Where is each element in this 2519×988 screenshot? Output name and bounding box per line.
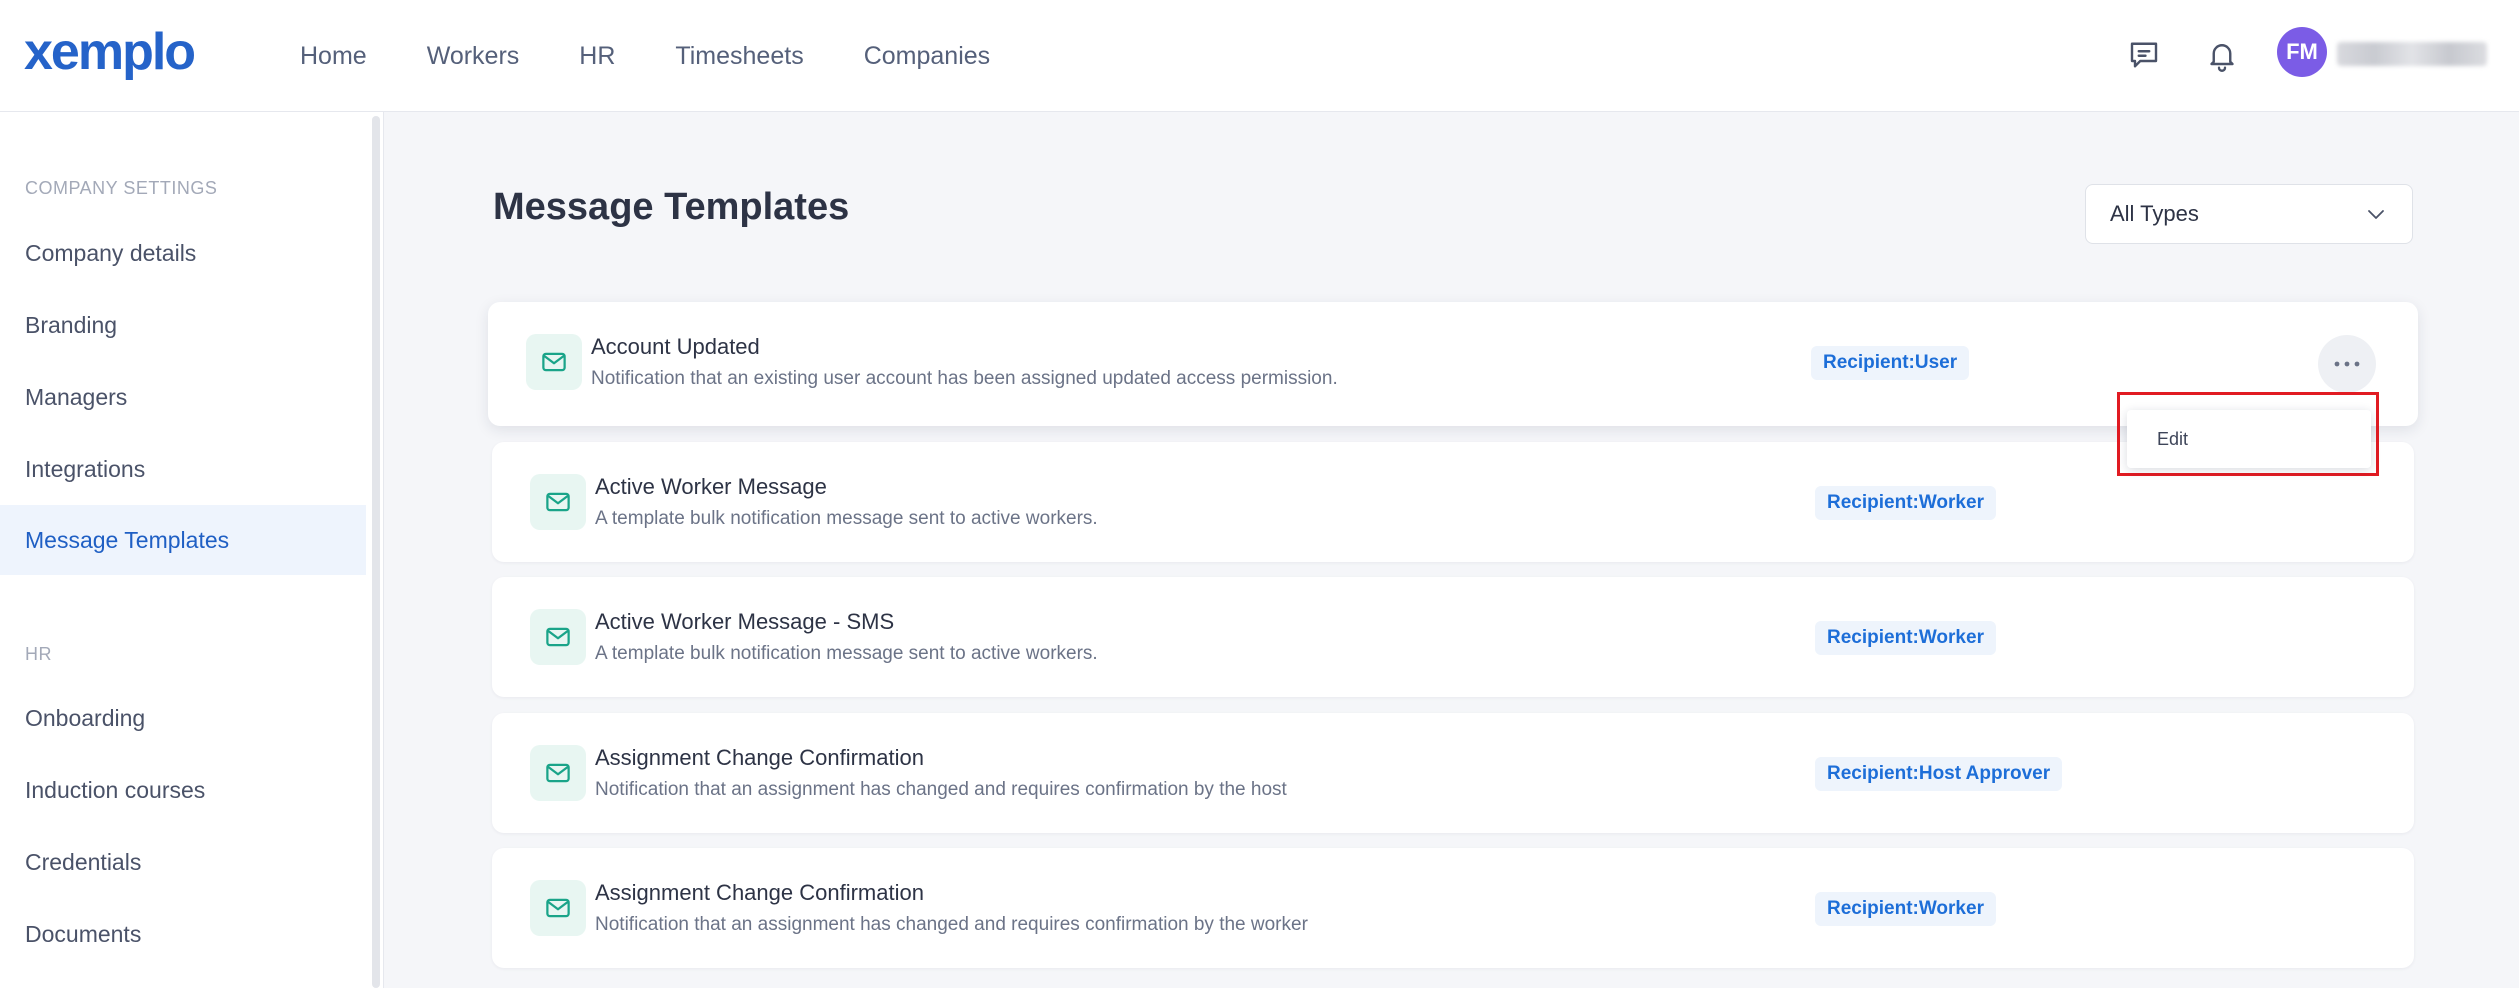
envelope-icon	[526, 334, 582, 390]
sidebar-item-label: Onboarding	[25, 704, 146, 731]
sidebar-item-label: Message Templates	[25, 526, 230, 553]
nav-timesheets[interactable]: Timesheets	[675, 42, 803, 71]
envelope-icon	[530, 474, 586, 530]
template-title: Account Updated	[591, 334, 760, 359]
recipient-badge: Recipient:Worker	[1815, 621, 1996, 655]
template-description: Notification that an existing user accou…	[591, 368, 1338, 389]
sidebar-item-onboarding[interactable]: Onboarding	[0, 683, 366, 753]
nav-workers[interactable]: Workers	[427, 42, 520, 71]
template-title: Active Worker Message - SMS	[595, 609, 895, 634]
sidebar-item-company-details[interactable]: Company details	[0, 218, 366, 288]
menu-panel: Edit	[2127, 410, 2371, 468]
edit-menu-item[interactable]: Edit	[2127, 410, 2371, 468]
sidebar-item-message-templates[interactable]: Message Templates	[0, 505, 366, 575]
sidebar-item-label: Credentials	[25, 848, 142, 875]
sidebar-item-credentials[interactable]: Credentials	[0, 827, 366, 897]
sidebar-item-branding[interactable]: Branding	[0, 290, 366, 360]
main-nav: Home Workers HR Timesheets Companies	[300, 0, 1050, 112]
recipient-badge: Recipient:User	[1811, 346, 1970, 380]
section-title-company-settings: COMPANY SETTINGS	[25, 178, 218, 198]
sidebar-item-label: Documents	[25, 920, 142, 947]
template-description: A template bulk notification message sen…	[595, 508, 1098, 529]
chat-bubble-icon[interactable]	[2121, 32, 2167, 78]
envelope-icon	[530, 609, 586, 665]
sidebar-item-managers[interactable]: Managers	[0, 362, 366, 432]
bell-icon[interactable]	[2199, 32, 2245, 78]
sidebar-scrollbar[interactable]	[372, 116, 380, 988]
nav-companies[interactable]: Companies	[864, 42, 990, 71]
template-actions-menu: Edit	[2117, 392, 2379, 476]
top-navigation-bar: xemplo Home Workers HR Timesheets Compan…	[0, 0, 2519, 112]
sidebar-item-label: Integrations	[25, 455, 146, 482]
settings-sidebar: COMPANY SETTINGS Company details Brandin…	[0, 112, 384, 988]
envelope-icon	[530, 745, 586, 801]
sidebar-item-induction-courses[interactable]: Induction courses	[0, 755, 366, 825]
recipient-badge: Recipient:Worker	[1815, 486, 1996, 520]
template-title: Active Worker Message	[595, 474, 827, 499]
nav-hr[interactable]: HR	[579, 42, 615, 71]
sidebar-item-label: Company details	[25, 239, 197, 266]
template-card-assignment-change-host[interactable]: Assignment Change Confirmation Notificat…	[492, 713, 2414, 833]
nav-home[interactable]: Home	[300, 42, 367, 71]
sidebar-item-label: Branding	[25, 311, 118, 338]
user-avatar[interactable]: FM	[2277, 27, 2327, 77]
template-description: Notification that an assignment has chan…	[595, 914, 1308, 935]
recipient-badge: Recipient:Host Approver	[1815, 757, 2063, 791]
template-card-assignment-change-worker[interactable]: Assignment Change Confirmation Notificat…	[492, 848, 2414, 968]
sidebar-item-label: Induction courses	[25, 776, 206, 803]
sidebar-item-documents[interactable]: Documents	[0, 899, 366, 969]
chevron-down-icon	[2368, 210, 2384, 219]
template-card-active-worker-message-sms[interactable]: Active Worker Message - SMS A template b…	[492, 577, 2414, 697]
template-description: A template bulk notification message sen…	[595, 643, 1098, 664]
template-description: Notification that an assignment has chan…	[595, 779, 1287, 800]
template-title: Assignment Change Confirmation	[595, 745, 924, 770]
template-title: Assignment Change Confirmation	[595, 880, 924, 905]
sidebar-item-label: Managers	[25, 383, 128, 410]
page-title: Message Templates	[493, 186, 850, 228]
section-title-hr: HR	[25, 644, 52, 664]
type-filter-select[interactable]: All Types	[2085, 184, 2413, 244]
more-horizontal-icon[interactable]	[2318, 335, 2376, 393]
xemplo-logo[interactable]: xemplo	[24, 22, 196, 82]
recipient-badge: Recipient:Worker	[1815, 892, 1996, 926]
sidebar-item-integrations[interactable]: Integrations	[0, 434, 366, 504]
type-filter-value: All Types	[2110, 201, 2199, 226]
envelope-icon	[530, 880, 586, 936]
user-name-redacted[interactable]	[2337, 42, 2487, 66]
